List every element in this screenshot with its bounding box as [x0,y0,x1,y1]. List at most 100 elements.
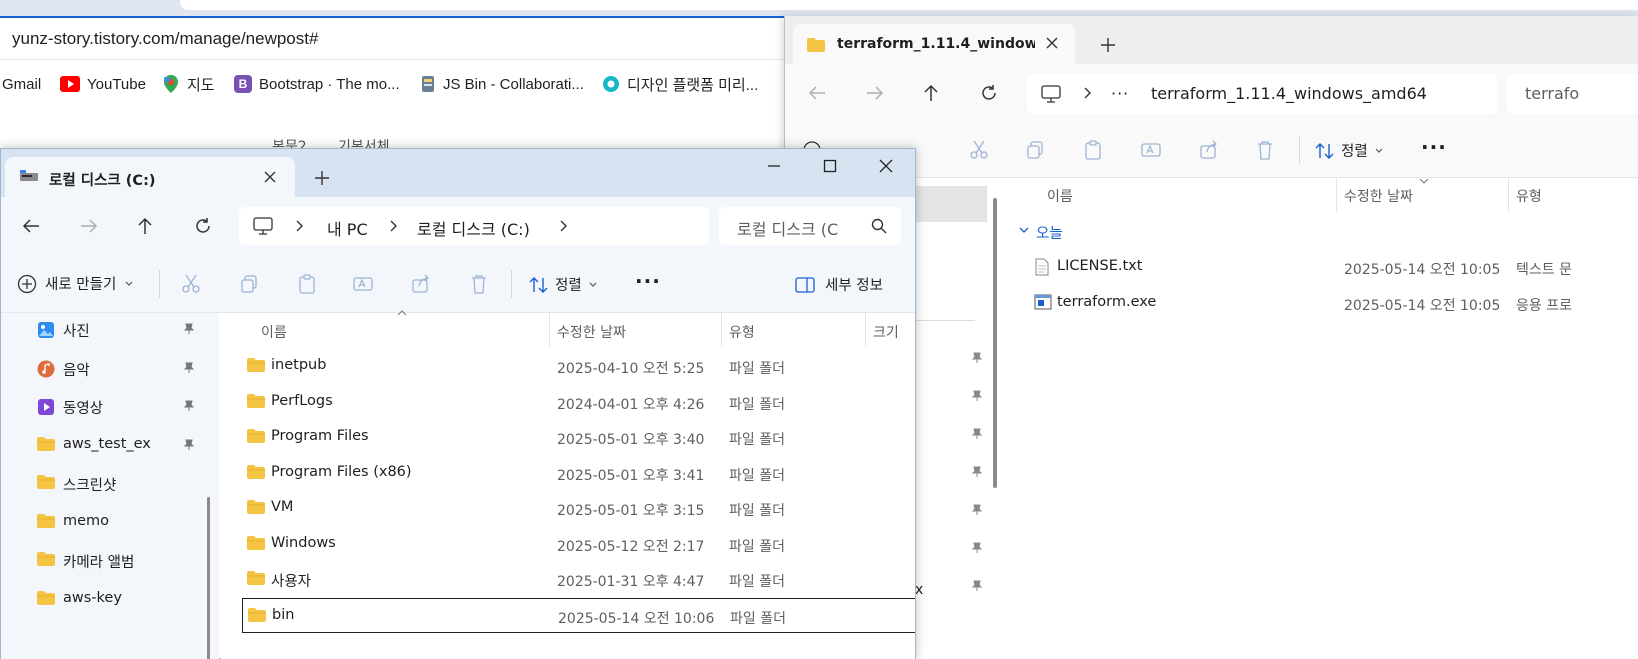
sort-button[interactable]: 정렬 [1315,140,1384,161]
refresh-icon[interactable] [975,79,1003,107]
more-breadcrumb-icon[interactable]: ··· [1111,84,1129,103]
share-icon[interactable] [407,270,435,298]
column-type[interactable]: 유형 [729,322,755,342]
tab-terraform[interactable]: terraform_1.11.4_windows_amd64 [793,24,1075,64]
file-row[interactable]: PerfLogs 2024-04-01 오후 4:26 파일 폴더 [221,385,915,420]
pin-icon[interactable] [183,362,195,374]
cut-icon[interactable] [177,270,205,298]
close-tab-icon[interactable] [263,170,277,184]
pin-icon[interactable] [971,390,983,402]
file-date: 2025-05-01 오후 3:40 [557,432,705,448]
column-divider[interactable] [721,313,722,347]
file-row[interactable]: terraform.exe 2025-05-14 오전 10:05 응용 프로 [1009,286,1638,320]
column-divider[interactable] [549,313,550,347]
bookmark-jsbin[interactable]: JS Bin - Collaborati... [420,73,584,95]
delete-icon[interactable] [465,270,493,298]
column-size[interactable]: 크기 [873,322,899,342]
search-box[interactable]: 로컬 디스크 (C [719,207,901,245]
nav-scrollbar[interactable] [207,497,210,659]
sidebar-item[interactable]: memo [37,508,207,538]
pin-icon[interactable] [971,542,983,554]
column-divider[interactable] [1508,178,1509,212]
details-pane-button[interactable]: 세부 정보 [795,274,883,295]
sidebar-item[interactable]: aws_test_ex [37,431,207,461]
pin-icon[interactable] [971,352,983,364]
rename-icon[interactable] [349,270,377,298]
minimize-icon[interactable] [767,163,781,169]
folder-icon [247,571,265,585]
more-options-icon[interactable]: ··· [635,269,661,293]
nav-selected-item[interactable] [915,186,987,222]
sidebar-item[interactable]: 스크린샷 [37,469,207,499]
more-options-icon[interactable]: ··· [1421,135,1447,159]
address-bar[interactable]: ··· terraform_1.11.4_windows_amd64 [1027,74,1497,114]
maximize-icon[interactable] [823,159,837,173]
browser-active-tab[interactable] [180,0,1638,10]
cut-icon[interactable] [965,136,993,164]
column-date[interactable]: 수정한 날짜 [557,322,626,342]
column-name[interactable]: 이름 [261,322,287,342]
file-name: terraform.exe [1057,294,1157,310]
paste-icon[interactable] [1079,136,1107,164]
breadcrumb-my-pc[interactable]: 내 PC [327,216,368,240]
share-icon[interactable] [1195,136,1223,164]
column-divider[interactable] [1336,178,1337,212]
column-divider[interactable] [865,313,866,347]
file-row[interactable]: LICENSE.txt 2025-05-14 오전 10:05 텍스트 문 [1009,250,1638,284]
forward-icon[interactable] [75,212,103,240]
pin-icon[interactable] [971,580,983,592]
sidebar-item[interactable]: 카메라 앨범 [37,546,207,576]
forward-icon[interactable] [861,79,889,107]
pin-icon[interactable] [183,323,195,335]
column-date[interactable]: 수정한 날짜 [1344,186,1413,206]
search-box[interactable]: terrafo [1507,74,1638,114]
pin-icon[interactable] [971,428,983,440]
sidebar-item[interactable]: aws-key [37,585,207,615]
group-header-today[interactable]: 오늘 [1019,220,1319,244]
sort-button[interactable]: 정렬 [529,274,598,295]
file-row[interactable]: Windows 2025-05-12 오전 2:17 파일 폴더 [221,527,915,562]
bookmark-miri[interactable]: 디자인 플랫폼 미리... [602,73,758,95]
new-tab-icon[interactable] [315,171,329,185]
bookmark-gmail[interactable]: Gmail [2,73,41,95]
column-type[interactable]: 유형 [1516,186,1542,206]
column-name[interactable]: 이름 [1047,186,1073,206]
back-icon[interactable] [17,212,45,240]
copy-icon[interactable] [235,270,263,298]
sidebar-item[interactable]: 사진 [37,315,207,345]
address-bar[interactable]: 내 PC 로컬 디스크 (C:) [239,207,709,245]
sort-label: 정렬 [1341,144,1368,160]
file-row[interactable]: Program Files (x86) 2025-05-01 오후 3:41 파일 … [221,456,915,491]
delete-icon[interactable] [1251,136,1279,164]
new-tab-icon[interactable] [1101,38,1115,52]
up-icon[interactable] [131,212,159,240]
browser-url[interactable]: yunz-story.tistory.com/manage/newpost# [12,29,318,49]
bookmark-bootstrap[interactable]: B Bootstrap · The mo... [234,73,400,95]
file-row[interactable]: inetpub 2025-04-10 오전 5:25 파일 폴더 [221,349,915,384]
refresh-icon[interactable] [189,212,217,240]
sidebar-item[interactable]: 음악 [37,354,207,384]
pin-icon[interactable] [183,439,195,451]
close-tab-icon[interactable] [1045,36,1059,50]
new-button[interactable]: 새로 만들기 [17,273,134,294]
bookmark-youtube[interactable]: YouTube [60,73,146,95]
rename-icon[interactable] [1137,136,1165,164]
bookmark-maps[interactable]: 지도 [162,73,215,95]
nav-scrollbar[interactable] [993,198,997,488]
file-row[interactable]: VM 2025-05-01 오후 3:15 파일 폴더 [221,491,915,526]
tab-local-disk[interactable]: 로컬 디스크 (C:) [5,157,295,197]
back-icon[interactable] [803,79,831,107]
paste-icon[interactable] [293,270,321,298]
file-row[interactable]: 사용자 2025-01-31 오후 4:47 파일 폴더 [221,562,915,597]
file-row[interactable]: bin 2025-05-14 오전 10:06 파일 폴더 [242,597,915,633]
pin-icon[interactable] [183,400,195,412]
pin-icon[interactable] [971,466,983,478]
file-row[interactable]: Program Files 2025-05-01 오후 3:40 파일 폴더 [221,420,915,455]
breadcrumb-local-disk[interactable]: 로컬 디스크 (C:) [417,216,530,240]
close-window-icon[interactable] [879,159,893,173]
pin-icon[interactable] [971,504,983,516]
sidebar-item[interactable]: 동영상 [37,392,207,422]
copy-icon[interactable] [1021,136,1049,164]
file-name: VM [271,499,294,515]
up-icon[interactable] [917,79,945,107]
